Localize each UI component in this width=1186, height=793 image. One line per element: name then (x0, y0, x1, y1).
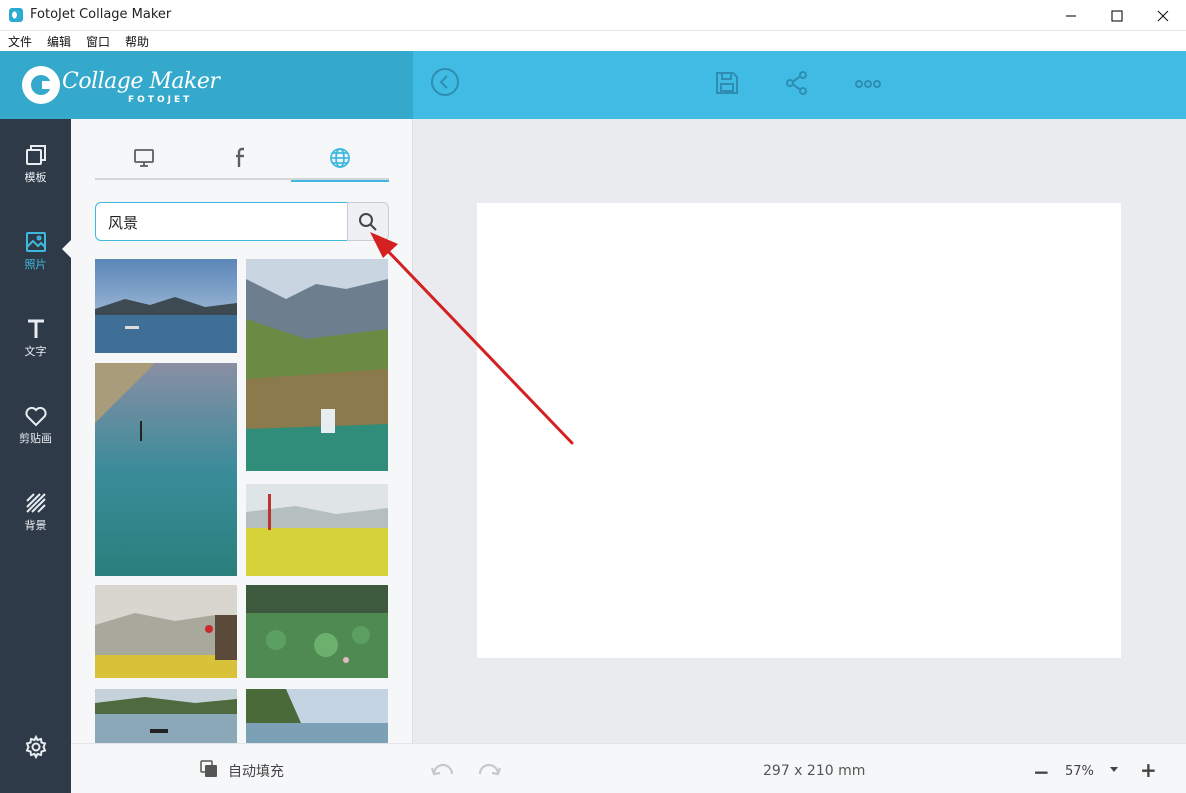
nav-text[interactable]: 文字 (0, 317, 71, 377)
photo-thumbnail-rapeseed-field[interactable] (246, 484, 388, 576)
photo-thumbnail-waterfall[interactable] (246, 259, 388, 471)
zoom-out-button[interactable]: − (1033, 760, 1050, 784)
text-icon (27, 319, 44, 338)
menu-bar: 文件 编辑 窗口 帮助 (0, 31, 1186, 51)
active-nav-pointer (62, 239, 72, 259)
facebook-icon (236, 147, 244, 167)
zoom-level[interactable]: 57% (1065, 764, 1094, 779)
clipart-icon (24, 406, 47, 427)
back-icon[interactable] (430, 67, 460, 101)
photo-icon (25, 232, 46, 252)
title-bar: FotoJet Collage Maker (0, 0, 1186, 31)
template-icon (25, 145, 46, 165)
search-input[interactable]: 风景 (95, 202, 347, 241)
zoom-dropdown-caret[interactable] (1110, 767, 1118, 772)
photo-thumbnail-river[interactable] (95, 689, 237, 743)
app-icon (9, 8, 23, 22)
logo-text: Collage Maker (62, 69, 220, 94)
nav-background-label: 背景 (24, 519, 47, 532)
menu-file[interactable]: 文件 (0, 31, 39, 51)
tab-web[interactable] (291, 135, 389, 182)
close-button[interactable] (1140, 0, 1186, 31)
bottom-bar: 297 x 210 mm − 57% + (413, 743, 1186, 793)
nav-photo[interactable]: 照片 (0, 230, 71, 290)
autofill-button[interactable]: 自动填充 (228, 761, 284, 781)
nav-clipart-label: 剪贴画 (19, 432, 52, 445)
tab-facebook[interactable] (193, 135, 291, 180)
header-logo-area: Collage Maker FOTOJET (0, 51, 413, 119)
nav-clipart[interactable]: 剪贴画 (0, 404, 71, 464)
globe-icon (330, 147, 350, 168)
workspace (413, 119, 1186, 743)
autofill-bar: 自动填充 (71, 743, 413, 793)
nav-template-label: 模板 (24, 171, 47, 184)
tab-computer[interactable] (95, 135, 193, 180)
collage-canvas[interactable] (477, 203, 1121, 658)
nav-template[interactable]: 模板 (0, 143, 71, 203)
photo-thumbnail-misty-village[interactable] (95, 585, 237, 678)
minimize-button[interactable] (1048, 0, 1094, 31)
menu-window[interactable]: 窗口 (78, 31, 117, 51)
share-icon[interactable] (784, 70, 810, 100)
computer-icon (134, 148, 154, 167)
more-icon[interactable] (854, 76, 882, 95)
photo-thumbnail-shore[interactable] (95, 363, 237, 576)
photo-thumbnail-lake-boat[interactable] (95, 259, 237, 353)
nav-photo-label: 照片 (24, 258, 47, 271)
undo-icon[interactable] (430, 762, 455, 784)
search-icon (359, 212, 377, 231)
nav-background[interactable]: 背景 (0, 491, 71, 551)
nav-text-label: 文字 (24, 345, 47, 358)
maximize-button[interactable] (1094, 0, 1140, 31)
window-title: FotoJet Collage Maker (30, 7, 172, 22)
logo-icon (22, 66, 60, 104)
background-icon (25, 493, 46, 513)
canvas-size-label: 297 x 210 mm (763, 763, 866, 779)
photo-panel: 风景 自动填充 (71, 119, 413, 793)
autofill-icon[interactable] (200, 760, 218, 778)
menu-edit[interactable]: 编辑 (39, 31, 78, 51)
redo-icon[interactable] (477, 762, 502, 784)
search-button[interactable] (347, 202, 389, 241)
zoom-in-button[interactable]: + (1140, 758, 1157, 782)
left-nav: 模板 照片 文字 剪贴画 背景 (0, 119, 71, 793)
logo-subtext: FOTOJET (128, 95, 193, 105)
source-tabs (95, 135, 389, 182)
menu-help[interactable]: 帮助 (117, 31, 156, 51)
photo-thumbnail-lotus-pond[interactable] (246, 585, 388, 678)
gear-icon[interactable] (24, 734, 48, 763)
save-icon[interactable] (714, 70, 740, 100)
photo-thumbnail-lakeside[interactable] (246, 689, 388, 743)
